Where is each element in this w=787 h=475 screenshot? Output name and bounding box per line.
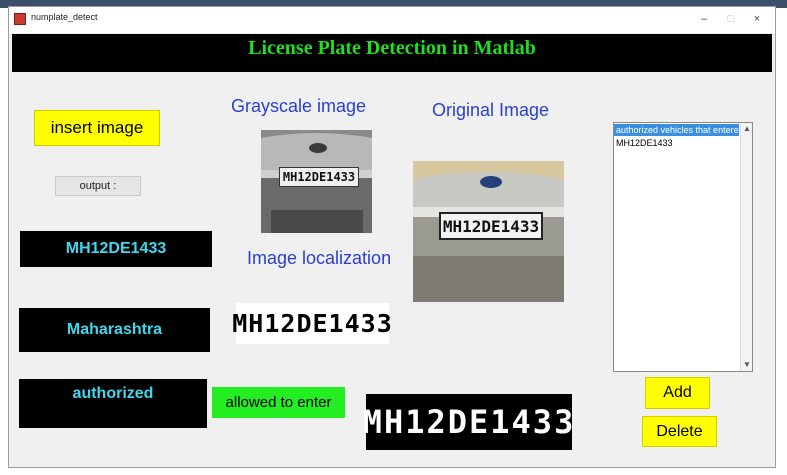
grayscale-image: MH12DE1433 bbox=[261, 130, 372, 233]
title-bar bbox=[9, 7, 775, 33]
authorization-status-output: authorized bbox=[19, 379, 207, 428]
chevron-up-icon[interactable]: ▲ bbox=[741, 123, 753, 135]
page-title: License Plate Detection in Matlab bbox=[248, 37, 536, 59]
plate-number-output: MH12DE1433 bbox=[20, 231, 212, 267]
original-plate-text: MH12DE1433 bbox=[439, 212, 543, 240]
output-button[interactable]: output : bbox=[55, 176, 141, 196]
state-output: Maharashtra bbox=[19, 308, 210, 352]
list-item[interactable]: authorized vehicles that entered bbox=[614, 124, 739, 136]
authorized-vehicles-listbox[interactable] bbox=[613, 122, 753, 372]
original-image: MH12DE1433 bbox=[413, 161, 564, 302]
access-status-label: allowed to enter bbox=[212, 387, 345, 418]
minimize-button[interactable]: – bbox=[693, 12, 715, 26]
chevron-down-icon[interactable]: ▼ bbox=[741, 359, 753, 371]
insert-image-button[interactable]: insert image bbox=[34, 110, 160, 146]
matlab-figure-icon bbox=[14, 13, 26, 25]
original-image-label: Original Image bbox=[432, 100, 550, 120]
listbox-scrollbar[interactable]: ▲ ▼ bbox=[740, 123, 752, 371]
add-button[interactable]: Add bbox=[645, 377, 710, 409]
delete-button[interactable]: Delete bbox=[642, 416, 717, 447]
window-title: numplate_detect bbox=[31, 12, 98, 22]
grayscale-plate-text: MH12DE1433 bbox=[279, 167, 359, 187]
binary-plate-image: MH12DE1433 bbox=[363, 394, 573, 450]
localized-plate-image: MH12DE1433 bbox=[232, 303, 392, 344]
list-item[interactable]: MH12DE1433 bbox=[614, 138, 673, 148]
grayscale-image-label: Grayscale image bbox=[231, 96, 367, 116]
image-localization-label: Image localization bbox=[247, 248, 392, 268]
maximize-button[interactable]: □ bbox=[720, 12, 742, 26]
close-button[interactable]: × bbox=[746, 12, 768, 26]
